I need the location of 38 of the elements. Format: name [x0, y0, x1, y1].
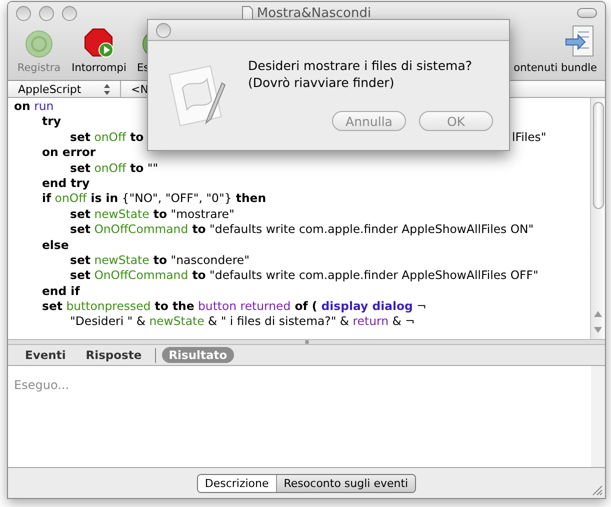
result-text: Eseguo...	[14, 378, 70, 392]
code-line: set buttonpressed to the button returned of ( display dialog ¬	[41, 299, 426, 314]
minimize-button[interactable]	[39, 6, 54, 20]
window-title: Mostra&Nascondi	[256, 6, 372, 20]
result-tab[interactable]: Risposte	[78, 347, 149, 363]
view-tab[interactable]: Resoconto sugli eventi	[276, 474, 416, 492]
zoom-button[interactable]	[62, 6, 77, 20]
stop-sign-icon	[84, 28, 114, 58]
code-line: try	[41, 114, 61, 130]
code-line: end try	[41, 176, 90, 192]
resize-grip-icon[interactable]	[592, 485, 603, 496]
code-line: else	[41, 238, 69, 253]
toolbar-toggle-button[interactable]	[577, 8, 597, 18]
code-line: set newState to "mostrare"	[69, 206, 234, 222]
splitter-handle[interactable]	[8, 339, 605, 345]
view-tab[interactable]: Descrizione	[198, 474, 276, 492]
dialog-message: Desideri mostrare i files di sistema? (Dovrò riavviare finder)	[248, 57, 473, 91]
code-line: set onOff to	[69, 130, 144, 146]
language-popup[interactable]: AppleScript	[8, 81, 121, 97]
code-line: on error	[41, 145, 96, 161]
close-button[interactable]	[16, 6, 31, 20]
scrollbar[interactable]	[590, 98, 605, 339]
close-button[interactable]	[156, 22, 171, 38]
code-line: end if	[41, 284, 80, 300]
toolbar-button[interactable]: Intorrompi	[68, 28, 130, 76]
result-tab[interactable]: Eventi	[18, 347, 73, 363]
bundle-contents-button[interactable]: ontenuti bundle	[514, 24, 601, 76]
code-line: set OnOffCommand to "defaults write com.apple.finder AppleShowAllFiles OFF"	[69, 268, 538, 284]
ring-icon	[25, 30, 53, 58]
code-line: set OnOffCommand to "defaults write com.apple.finder AppleShowAllFiles ON"	[69, 222, 534, 238]
scroll-arrows-icon[interactable]	[594, 311, 602, 333]
updown-arrows-icon	[104, 84, 110, 94]
code-line: set newState to "nascondere"	[69, 252, 250, 268]
code-line: on run	[13, 99, 54, 114]
code-line: lFiles"	[512, 130, 546, 146]
code-line: if onOff is in {"NO", "OFF", "0"} then	[41, 191, 266, 207]
code-line: "Desideri " & newState & " i files di sistema?" & return & ¬	[69, 314, 415, 330]
code-line: set onOff to ""	[69, 160, 158, 176]
